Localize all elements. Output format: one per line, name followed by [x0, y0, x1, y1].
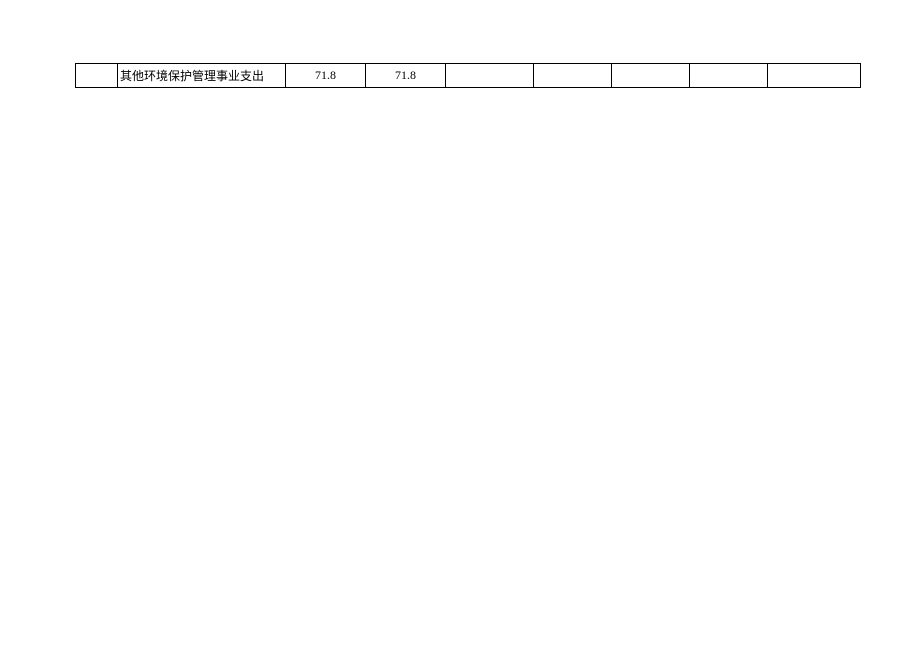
cell-value-1: 71.8 — [286, 64, 366, 88]
cell-index — [76, 64, 118, 88]
cell-value-7 — [768, 64, 861, 88]
cell-value-5 — [612, 64, 690, 88]
table-row: 其他环境保护管理事业支出 71.8 71.8 — [76, 64, 861, 88]
cell-value-3 — [446, 64, 534, 88]
cell-value-2: 71.8 — [366, 64, 446, 88]
cell-item-name: 其他环境保护管理事业支出 — [118, 64, 286, 88]
data-table: 其他环境保护管理事业支出 71.8 71.8 — [75, 63, 861, 88]
cell-value-4 — [534, 64, 612, 88]
cell-value-6 — [690, 64, 768, 88]
data-table-fragment: 其他环境保护管理事业支出 71.8 71.8 — [75, 63, 860, 88]
